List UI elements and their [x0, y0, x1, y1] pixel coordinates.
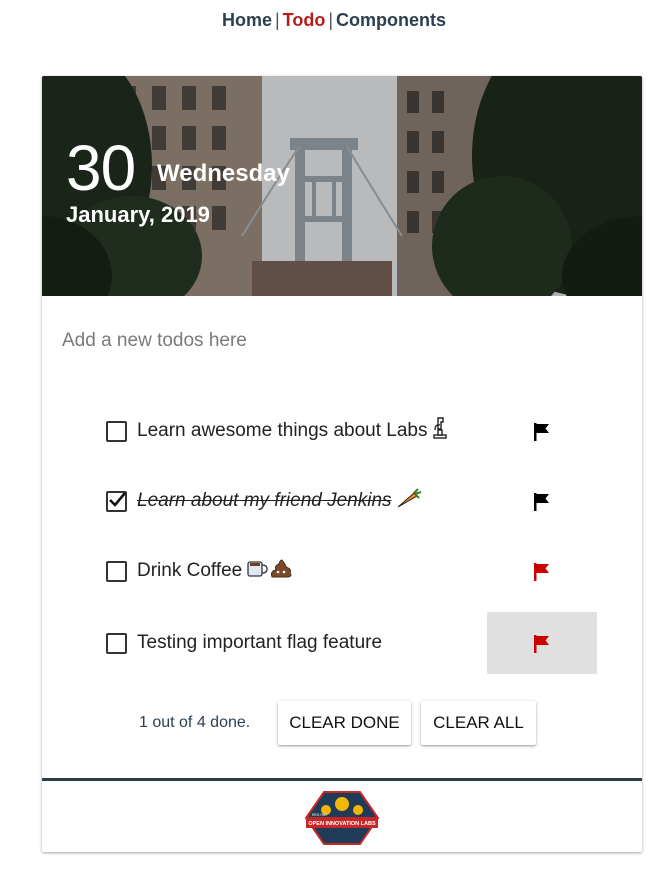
- flag-button[interactable]: [487, 400, 597, 462]
- todo-item: Learn awesome things about Labs: [106, 400, 598, 462]
- flag-button[interactable]: [487, 470, 597, 532]
- nav-todo-link[interactable]: Todo: [283, 10, 326, 30]
- date-day: 30: [66, 132, 136, 204]
- todo-checkbox[interactable]: [106, 421, 127, 442]
- todo-label[interactable]: Learn awesome things about Labs: [137, 416, 449, 446]
- todo-item: Testing important flag feature: [106, 612, 598, 674]
- nav-components-link[interactable]: Components: [336, 10, 446, 30]
- todo-text: Learn awesome things about Labs: [137, 420, 428, 442]
- todo-label[interactable]: Learn about my friend Jenkins: [137, 487, 422, 515]
- clear-all-button[interactable]: CLEAR ALL: [421, 701, 536, 745]
- flag-icon: [534, 563, 549, 581]
- todo-text: Learn about my friend Jenkins: [137, 490, 392, 512]
- date-weekday: Wednesday: [157, 160, 290, 187]
- flag-icon: [534, 493, 549, 511]
- todo-item: Drink Coffee: [106, 540, 598, 602]
- coffee-and-poop-icon: [246, 557, 294, 585]
- clear-done-button[interactable]: CLEAR DONE: [278, 701, 411, 745]
- microscope-icon: [431, 416, 449, 446]
- flag-icon: [534, 635, 549, 653]
- open-innovation-labs-logo: OPEN INNOVATION LABS RED HAT: [304, 791, 380, 845]
- date-month-year: January, 2019: [66, 202, 210, 227]
- header-image: 30 Wednesday January, 2019: [42, 76, 642, 296]
- new-todo-input[interactable]: [62, 326, 622, 356]
- todo-label[interactable]: Testing important flag feature: [137, 632, 382, 654]
- important-flag-button[interactable]: [487, 612, 597, 674]
- todo-label[interactable]: Drink Coffee: [137, 557, 294, 585]
- todo-checkbox[interactable]: [106, 561, 127, 582]
- todo-card: 30 Wednesday January, 2019 Learn awesome…: [42, 76, 642, 852]
- footer-divider: [42, 778, 642, 781]
- flag-icon: [534, 423, 549, 441]
- svg-text:OPEN INNOVATION LABS: OPEN INNOVATION LABS: [308, 821, 376, 827]
- nav-separator: |: [274, 10, 280, 30]
- todo-text: Drink Coffee: [137, 560, 243, 582]
- todo-item: Learn about my friend Jenkins: [106, 470, 598, 532]
- done-summary: 1 out of 4 done.: [139, 714, 251, 731]
- todo-checkbox-checked[interactable]: [106, 491, 127, 512]
- svg-text:RED HAT: RED HAT: [312, 813, 328, 817]
- important-flag-button[interactable]: [487, 540, 597, 602]
- nav-separator: |: [328, 10, 334, 30]
- checkmark-icon: [109, 492, 126, 507]
- carrot-icon: [396, 487, 422, 515]
- top-nav: Home | Todo | Components: [0, 10, 668, 31]
- todo-checkbox[interactable]: [106, 633, 127, 654]
- nav-home-link[interactable]: Home: [222, 10, 272, 30]
